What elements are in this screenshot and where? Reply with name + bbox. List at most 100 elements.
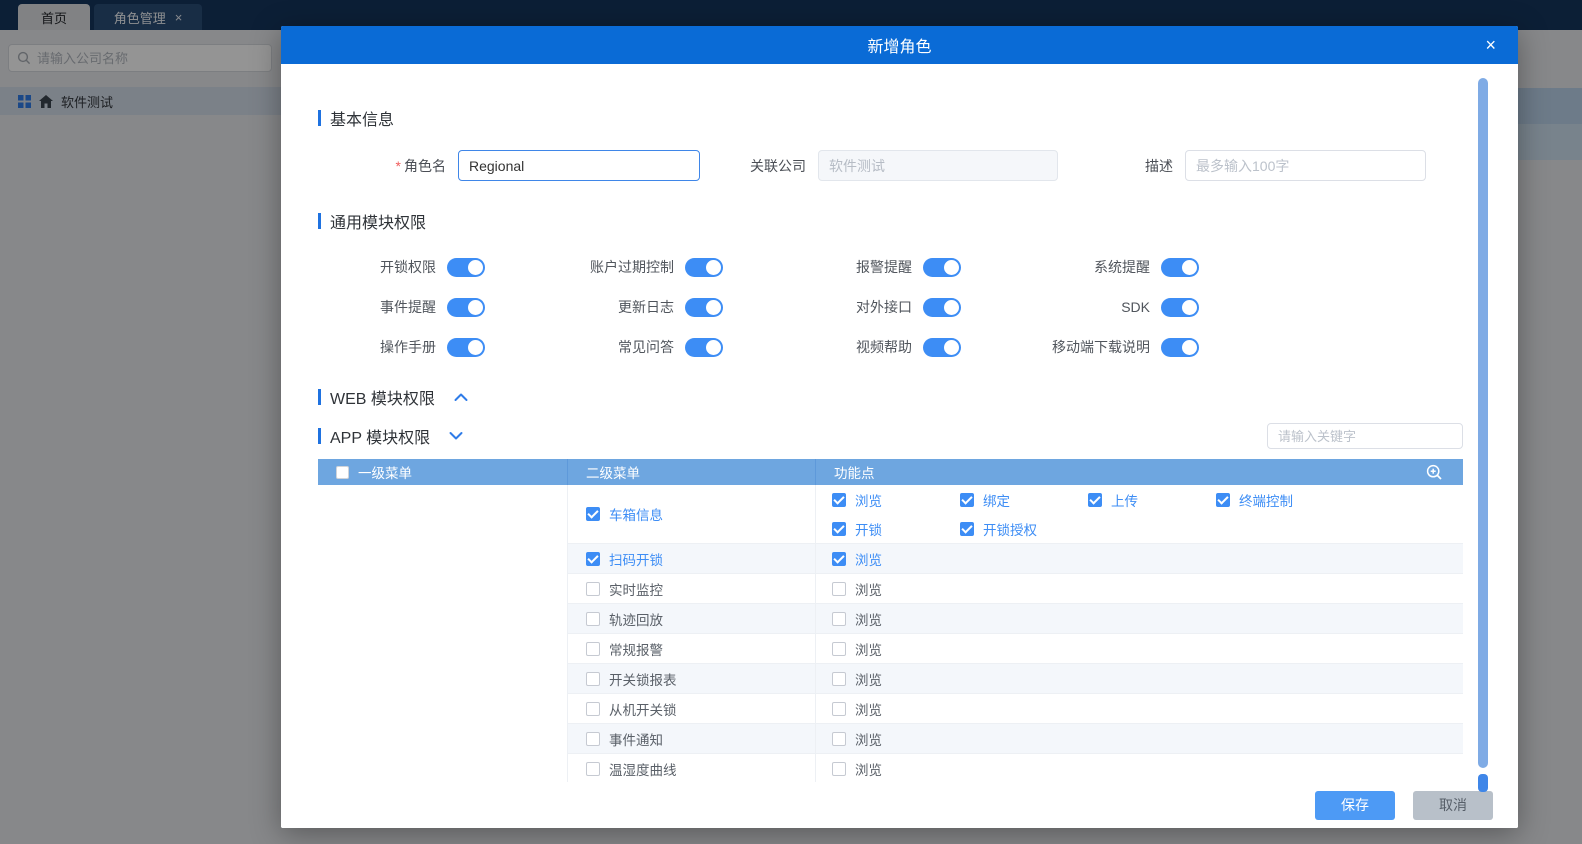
menu-checkbox[interactable]	[586, 671, 600, 686]
function-checkbox[interactable]	[832, 551, 846, 566]
function-point: 浏览	[832, 604, 960, 633]
function-cell: 浏览	[816, 574, 1463, 603]
function-checkbox[interactable]	[832, 492, 846, 507]
toggle-switch[interactable]	[447, 337, 485, 357]
description-input[interactable]	[1185, 150, 1426, 181]
toggle-switch[interactable]	[685, 297, 723, 317]
switch-knob	[944, 339, 959, 355]
menu-checkbox[interactable]	[586, 761, 600, 776]
toggle-switch[interactable]	[685, 337, 723, 357]
menu-checkbox[interactable]	[586, 507, 600, 521]
menu-checkbox[interactable]	[586, 641, 600, 656]
function-point: 终端控制	[1216, 485, 1344, 514]
table-header: 一级菜单 二级菜单 功能点	[318, 459, 1463, 485]
function-checkbox[interactable]	[832, 761, 846, 776]
function-point: 浏览	[832, 574, 960, 603]
section-app-permissions[interactable]: APP 模块权限	[318, 424, 463, 448]
company-label: 关联公司	[750, 157, 806, 174]
function-checkbox[interactable]	[960, 521, 974, 536]
function-cell: 浏览	[816, 604, 1463, 633]
dialog-footer: 保存 取消	[281, 782, 1518, 828]
toggle-switch[interactable]	[923, 257, 961, 277]
table-row: 事件通知 浏览	[568, 724, 1463, 754]
general-toggle-grid: 开锁权限 账户过期控制 报警提醒 系统提醒 事件提醒 更新日志 对外接口 SDK 操作手册 常见问…	[318, 247, 1463, 367]
table-row: 车箱信息 浏览 绑定 上传 终端控制 开锁 开锁授权	[568, 485, 1463, 544]
switch-knob	[706, 339, 721, 355]
role-name-input[interactable]	[458, 150, 700, 181]
menu-checkbox[interactable]	[586, 701, 600, 716]
toggle-switch[interactable]	[923, 297, 961, 317]
function-label: 浏览	[855, 612, 882, 628]
modal-scrollbar-thumb[interactable]	[1478, 78, 1488, 768]
switch-knob	[944, 299, 959, 315]
header-function-points: 功能点	[816, 459, 1463, 485]
function-checkbox[interactable]	[832, 641, 846, 656]
switch-knob	[706, 259, 721, 275]
function-label: 绑定	[983, 493, 1010, 509]
keyword-search-input[interactable]	[1267, 423, 1463, 449]
function-checkbox[interactable]	[832, 671, 846, 686]
role-name-label: * 角色名	[395, 157, 446, 174]
close-icon[interactable]: ×	[1485, 36, 1496, 54]
function-checkbox[interactable]	[832, 521, 846, 536]
description-label: 描述	[1145, 157, 1173, 174]
toggle-switch[interactable]	[685, 257, 723, 277]
company-field: 关联公司	[700, 150, 1058, 181]
menu-label: 事件通知	[609, 732, 663, 748]
menu-label: 车箱信息	[609, 508, 663, 523]
dialog-title: 新增角色	[867, 39, 932, 56]
select-all-checkbox[interactable]	[336, 465, 349, 479]
menu-cell: 实时监控	[568, 574, 816, 603]
toggle-switch[interactable]	[447, 257, 485, 277]
function-cell: 浏览	[816, 724, 1463, 753]
zoom-in-icon[interactable]	[1426, 464, 1443, 481]
function-checkbox[interactable]	[832, 701, 846, 716]
menu-label: 常规报警	[609, 642, 663, 658]
function-label: 浏览	[855, 642, 882, 658]
function-label: 浏览	[855, 672, 882, 688]
menu-checkbox[interactable]	[586, 551, 600, 566]
menu-checkbox[interactable]	[586, 581, 600, 596]
menu-cell: 温湿度曲线	[568, 754, 816, 782]
menu-checkbox[interactable]	[586, 731, 600, 746]
function-checkbox[interactable]	[1088, 492, 1102, 507]
function-checkbox[interactable]	[832, 731, 846, 746]
function-label: 上传	[1111, 493, 1138, 509]
toggle-switch[interactable]	[1161, 257, 1199, 277]
chevron-up-icon[interactable]	[454, 392, 468, 402]
function-label: 浏览	[855, 493, 882, 509]
function-point: 浏览	[832, 694, 960, 723]
function-checkbox[interactable]	[1216, 492, 1230, 507]
section-general-title: 通用模块权限	[330, 215, 427, 232]
toggle-switch[interactable]	[1161, 337, 1199, 357]
table-scrollbar-thumb[interactable]	[1478, 774, 1488, 792]
menu-cell: 车箱信息	[568, 485, 816, 543]
menu-checkbox[interactable]	[586, 611, 600, 626]
cancel-button[interactable]: 取消	[1413, 790, 1493, 820]
chevron-down-icon[interactable]	[449, 431, 463, 441]
function-checkbox[interactable]	[960, 492, 974, 507]
function-point: 浏览	[832, 485, 960, 514]
function-point: 绑定	[960, 485, 1088, 514]
section-basic-info: 基本信息	[318, 106, 1463, 130]
function-checkbox[interactable]	[832, 611, 846, 626]
function-checkbox[interactable]	[832, 581, 846, 596]
toggle-label: 账户过期控制	[590, 259, 674, 275]
toggle-switch[interactable]	[923, 337, 961, 357]
toggle-item: 移动端下载说明	[1032, 337, 1270, 357]
toggle-item: 对外接口	[794, 297, 1032, 317]
save-button[interactable]: 保存	[1315, 790, 1395, 820]
toggle-switch[interactable]	[1161, 297, 1199, 317]
section-general-permissions: 通用模块权限	[318, 209, 1463, 233]
switch-knob	[468, 339, 483, 355]
function-point: 浏览	[832, 544, 960, 573]
dialog-header: 新增角色 ×	[281, 26, 1518, 64]
switch-knob	[944, 259, 959, 275]
menu-label: 轨迹回放	[609, 612, 663, 628]
section-basic-title: 基本信息	[330, 112, 395, 129]
function-label: 开锁	[855, 522, 882, 538]
toggle-switch[interactable]	[447, 297, 485, 317]
section-web-permissions[interactable]: WEB 模块权限	[318, 385, 1463, 409]
toggle-item: 账户过期控制	[556, 257, 794, 277]
function-cell: 浏览 绑定 上传 终端控制 开锁 开锁授权	[816, 485, 1463, 543]
